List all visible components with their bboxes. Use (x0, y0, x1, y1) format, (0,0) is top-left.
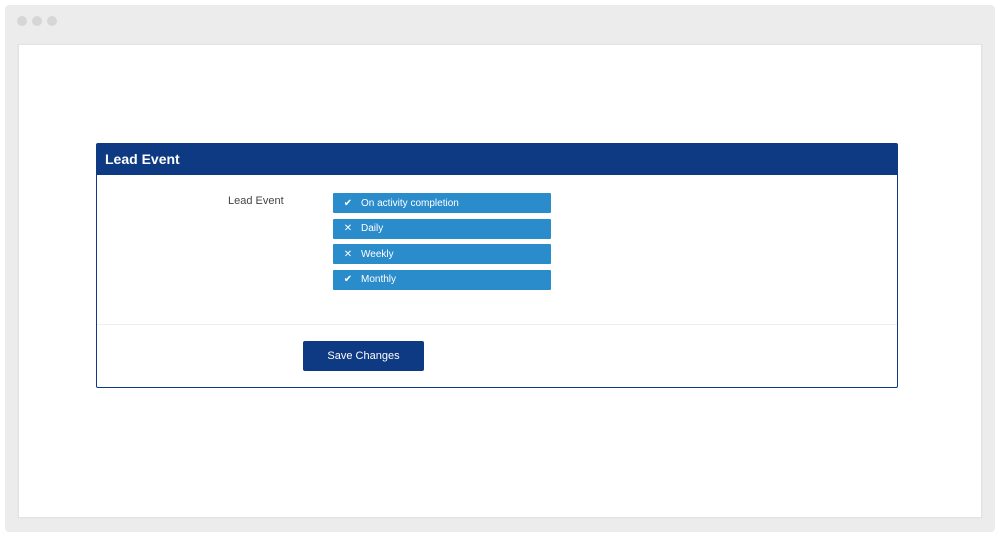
option-on-activity-completion[interactable]: ✔ On activity completion (333, 193, 551, 213)
panel-title: Lead Event (97, 144, 897, 175)
save-changes-button[interactable]: Save Changes (303, 341, 424, 371)
lead-event-panel: Lead Event Lead Event ✔ On activity comp… (96, 143, 898, 388)
browser-window: Lead Event Lead Event ✔ On activity comp… (5, 5, 995, 532)
option-daily[interactable]: ✕ Daily (333, 218, 551, 239)
option-monthly[interactable]: ✔ Monthly (333, 269, 551, 290)
window-controls (17, 16, 57, 26)
lead-event-label: Lead Event (228, 195, 284, 207)
page-viewport: Lead Event Lead Event ✔ On activity comp… (18, 44, 982, 518)
check-icon: ✔ (343, 197, 353, 209)
option-weekly[interactable]: ✕ Weekly (333, 244, 551, 264)
window-dot-close[interactable] (17, 16, 27, 26)
panel-divider (97, 324, 897, 325)
close-icon: ✕ (343, 248, 353, 260)
option-label: On activity completion (361, 197, 459, 209)
option-label: Weekly (361, 248, 394, 260)
option-label: Monthly (361, 274, 397, 285)
window-dot-maximize[interactable] (47, 16, 57, 26)
lead-event-options: ✔ On activity completion ✕ Daily ✕ Weekl… (333, 193, 551, 295)
close-icon: ✕ (343, 223, 353, 234)
check-icon: ✔ (343, 274, 353, 285)
window-dot-minimize[interactable] (32, 16, 42, 26)
option-label: Daily (361, 223, 384, 234)
